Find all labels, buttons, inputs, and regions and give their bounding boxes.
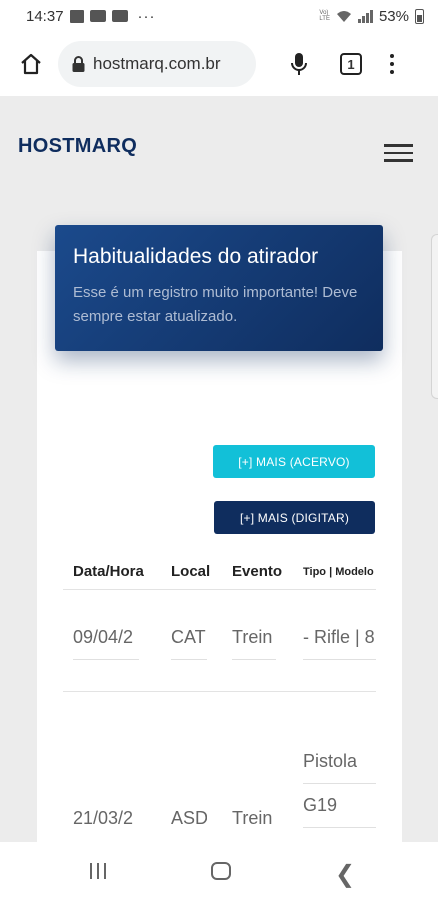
add-manual-entry-button[interactable]: [+] MAIS (DIGITAR): [214, 501, 375, 534]
url-text: hostmarq.com.br: [93, 54, 221, 73]
tab-switcher-button[interactable]: 1: [340, 53, 362, 75]
cell-event: Trein: [232, 627, 273, 647]
column-header-date: Data/Hora: [73, 563, 144, 580]
header-divider: [63, 589, 376, 590]
image-notification-icon: [69, 9, 84, 23]
panel-header: Habitualidades do atirador Esse é um reg…: [55, 225, 383, 351]
system-navigation-bar: ❮: [0, 842, 438, 900]
microphone-icon: [291, 53, 307, 75]
cell-type: Pistola: [303, 751, 358, 771]
site-logo[interactable]: HOSTMARQ: [18, 135, 137, 158]
cell-event: Trein: [232, 808, 273, 828]
more-notifications-icon: ···: [137, 7, 156, 25]
hamburger-menu-icon[interactable]: [384, 144, 413, 162]
browser-toolbar: hostmarq.com.br 1: [0, 32, 438, 96]
row-divider: [63, 691, 376, 692]
cell-date: 09/04/2: [73, 627, 134, 647]
cell-local: CAT: [171, 627, 206, 647]
status-time: 14:37: [26, 7, 64, 25]
volte-icon: Vo) LTE: [319, 10, 330, 22]
add-from-collection-button[interactable]: [+] MAIS (ACERVO): [213, 445, 375, 478]
battery-icon: [415, 8, 424, 24]
web-page[interactable]: HOSTMARQ Habitualidades do atirador Esse…: [0, 96, 438, 842]
cell-model: G19: [303, 795, 338, 815]
panel-title: Habitualidades do atirador: [73, 245, 319, 268]
lock-icon: [72, 56, 85, 72]
home-icon: [21, 53, 41, 75]
status-bar: 14:37 ··· Vo) LTE 53%: [0, 0, 438, 32]
browser-menu-button[interactable]: [390, 54, 394, 74]
youtube-notification-icon: [111, 10, 128, 22]
address-bar[interactable]: hostmarq.com.br: [58, 41, 256, 87]
column-header-local: Local: [171, 563, 211, 580]
youtube-notification-icon: [89, 10, 106, 22]
cell-date: 21/03/2: [73, 808, 134, 828]
wifi-icon: [336, 10, 351, 22]
voice-search-button[interactable]: [282, 47, 316, 81]
cell-local: ASD: [171, 808, 207, 828]
signal-icon: [357, 9, 373, 23]
battery-percent: 53%: [378, 7, 409, 25]
home-button[interactable]: [14, 47, 48, 81]
column-header-type-model: Tipo | Modelo: [303, 566, 374, 578]
scroll-handle[interactable]: [431, 234, 438, 399]
column-header-event: Evento: [232, 563, 283, 580]
recent-apps-icon[interactable]: [90, 863, 106, 879]
cell-type-model: - Rifle | 8: [303, 627, 375, 647]
home-nav-icon[interactable]: [211, 862, 231, 880]
back-icon[interactable]: ❮: [335, 860, 355, 889]
panel-subtitle: Esse é um registro muito importante! Dev…: [73, 284, 358, 325]
